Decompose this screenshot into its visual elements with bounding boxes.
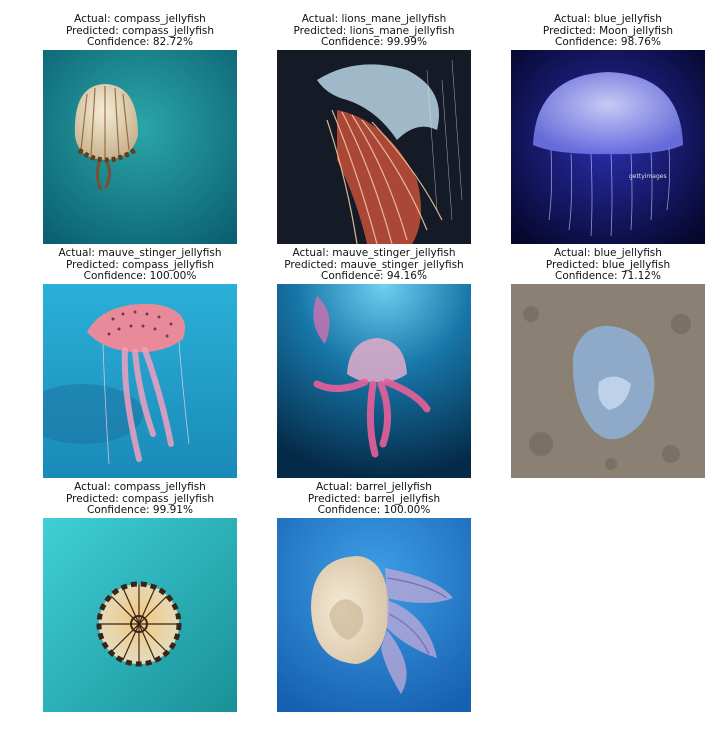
confidence-label: Confidence: 99.99% (321, 36, 427, 48)
jellyfish-image (277, 518, 471, 712)
watermark-text: gettyimages (629, 173, 667, 180)
prediction-caption: Actual: compass_jellyfish Predicted: com… (43, 13, 237, 50)
prediction-panel: Actual: barrel_jellyfish Predicted: barr… (277, 481, 471, 712)
jellyfish-image (43, 518, 237, 712)
confidence-label: Confidence: 94.16% (321, 270, 427, 282)
actual-label: Actual: barrel_jellyfish (316, 481, 432, 493)
prediction-panel: Actual: compass_jellyfish Predicted: com… (43, 13, 237, 244)
jellyfish-image (277, 50, 471, 244)
prediction-caption: Actual: compass_jellyfish Predicted: com… (43, 481, 237, 518)
jellyfish-image (277, 284, 471, 478)
confidence-label: Confidence: 99.91% (87, 504, 193, 516)
actual-label: Actual: mauve_stinger_jellyfish (58, 247, 222, 259)
prediction-caption: Actual: blue_jellyfish Predicted: Moon_j… (511, 13, 705, 50)
actual-label: Actual: mauve_stinger_jellyfish (292, 247, 456, 259)
prediction-caption: Actual: barrel_jellyfish Predicted: barr… (277, 481, 471, 518)
actual-label: Actual: compass_jellyfish (74, 481, 206, 493)
confidence-label: Confidence: 100.00% (83, 270, 197, 282)
prediction-grid: { "panels": [ {"actual": "Actual: compas… (0, 0, 708, 731)
actual-label: Actual: compass_jellyfish (74, 13, 206, 25)
jellyfish-image (43, 284, 237, 478)
prediction-caption: Actual: lions_mane_jellyfish Predicted: … (277, 13, 471, 50)
prediction-panel: Actual: blue_jellyfish Predicted: Moon_j… (511, 13, 705, 244)
confidence-label: Confidence: 82.72% (87, 36, 193, 48)
actual-label: Actual: blue_jellyfish (554, 13, 662, 25)
prediction-panel: Actual: blue_jellyfish Predicted: blue_j… (511, 247, 705, 478)
prediction-caption: Actual: blue_jellyfish Predicted: blue_j… (511, 247, 705, 284)
confidence-label: Confidence: 71.12% (555, 270, 661, 282)
prediction-caption: Actual: mauve_stinger_jellyfish Predicte… (43, 247, 237, 284)
jellyfish-image: gettyimages (511, 50, 705, 244)
jellyfish-image (43, 50, 237, 244)
jellyfish-image (511, 284, 705, 478)
actual-label: Actual: lions_mane_jellyfish (301, 13, 447, 25)
actual-label: Actual: blue_jellyfish (554, 247, 662, 259)
prediction-panel: Actual: lions_mane_jellyfish Predicted: … (277, 13, 471, 244)
prediction-panel: Actual: compass_jellyfish Predicted: com… (43, 481, 237, 712)
prediction-panel: Actual: mauve_stinger_jellyfish Predicte… (43, 247, 237, 478)
prediction-caption: Actual: mauve_stinger_jellyfish Predicte… (277, 247, 471, 284)
confidence-label: Confidence: 98.76% (555, 36, 661, 48)
prediction-panel: Actual: mauve_stinger_jellyfish Predicte… (277, 247, 471, 478)
confidence-label: Confidence: 100.00% (317, 504, 431, 516)
